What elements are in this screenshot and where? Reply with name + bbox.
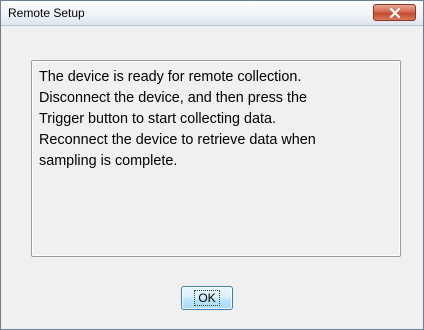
dialog-title: Remote Setup [8, 6, 85, 20]
message-text: The device is ready for remote collectio… [39, 67, 395, 172]
message-line: Reconnect the device to retrieve data wh… [39, 132, 316, 148]
message-line: The device is ready for remote collectio… [39, 69, 302, 85]
close-icon [389, 8, 401, 18]
close-button[interactable] [373, 4, 416, 21]
message-line: sampling is complete. [39, 153, 178, 169]
message-box: The device is ready for remote collectio… [31, 60, 401, 257]
message-line: Disconnect the device, and then press th… [39, 90, 307, 106]
message-line: Trigger button to start collecting data. [39, 111, 277, 127]
title-bar[interactable]: Remote Setup [1, 1, 423, 26]
remote-setup-dialog: Remote Setup The device is ready for rem… [0, 0, 424, 330]
ok-button[interactable]: OK [181, 286, 233, 310]
ok-button-label: OK [194, 290, 220, 306]
